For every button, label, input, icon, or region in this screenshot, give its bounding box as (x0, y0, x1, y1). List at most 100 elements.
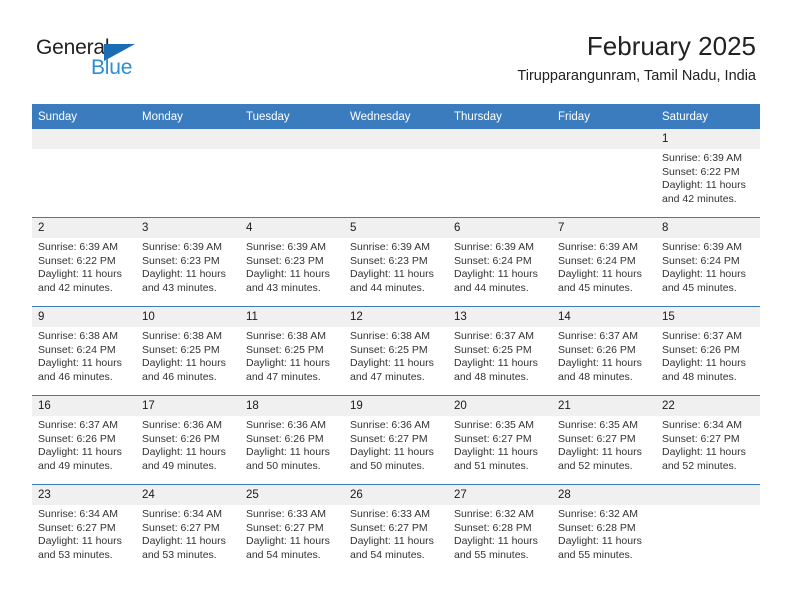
day-details: Sunrise: 6:32 AM Sunset: 6:28 PM Daylight:… (448, 505, 552, 562)
calendar-day-cell[interactable]: 2 Sunrise: 6:39 AM Sunset: 6:22 PM Daylight… (32, 217, 136, 307)
sunset-text: Sunset: 6:24 PM (662, 254, 740, 267)
weekday-header-wednesday: Wednesday (344, 104, 448, 129)
page-header: General Blue February 2025 Tirupparangun… (36, 30, 756, 92)
sunrise-text: Sunrise: 6:38 AM (142, 330, 222, 342)
day-details: Sunrise: 6:38 AM Sunset: 6:25 PM Daylight:… (344, 327, 448, 384)
sunset-text: Sunset: 6:23 PM (350, 254, 428, 267)
sunrise-text: Sunrise: 6:34 AM (662, 419, 742, 431)
calendar-day-cell[interactable]: 17 Sunrise: 6:36 AM Sunset: 6:26 PM Dayligh… (136, 395, 240, 485)
calendar-page: General Blue February 2025 Tirupparangun… (0, 0, 792, 612)
day-number: 2 (32, 218, 136, 238)
calendar-day-cell[interactable]: 25 Sunrise: 6:33 AM Sunset: 6:27 PM Dayligh… (240, 484, 344, 573)
calendar-day-cell[interactable]: 6 Sunrise: 6:39 AM Sunset: 6:24 PM Daylight… (448, 217, 552, 307)
sunrise-text: Sunrise: 6:37 AM (662, 330, 742, 342)
calendar-week-row: 1 Sunrise: 6:39 AM Sunset: 6:22 PM Daylight… (32, 129, 760, 218)
day-details: Sunrise: 6:35 AM Sunset: 6:27 PM Daylight:… (552, 416, 656, 473)
day-details: Sunrise: 6:39 AM Sunset: 6:24 PM Daylight:… (448, 238, 552, 295)
day-number: 4 (240, 218, 344, 238)
calendar-day-cell[interactable]: 26 Sunrise: 6:33 AM Sunset: 6:27 PM Dayligh… (344, 484, 448, 573)
day-details: Sunrise: 6:33 AM Sunset: 6:27 PM Daylight:… (344, 505, 448, 562)
day-number: 28 (552, 485, 656, 505)
calendar-day-cell[interactable]: 27 Sunrise: 6:32 AM Sunset: 6:28 PM Dayligh… (448, 484, 552, 573)
calendar-cell-empty (552, 129, 656, 218)
calendar-day-cell[interactable]: 12 Sunrise: 6:38 AM Sunset: 6:25 PM Dayligh… (344, 306, 448, 396)
calendar-day-cell[interactable]: 11 Sunrise: 6:38 AM Sunset: 6:25 PM Dayligh… (240, 306, 344, 396)
day-details: Sunrise: 6:33 AM Sunset: 6:27 PM Daylight:… (240, 505, 344, 562)
day-details: Sunrise: 6:39 AM Sunset: 6:22 PM Daylight:… (32, 238, 136, 295)
calendar-week-row: 16 Sunrise: 6:37 AM Sunset: 6:26 PM Dayligh… (32, 395, 760, 485)
calendar-day-cell[interactable]: 19 Sunrise: 6:36 AM Sunset: 6:27 PM Dayligh… (344, 395, 448, 485)
calendar-day-cell[interactable]: 18 Sunrise: 6:36 AM Sunset: 6:26 PM Dayligh… (240, 395, 344, 485)
sunrise-text: Sunrise: 6:39 AM (454, 241, 534, 253)
day-number: 17 (136, 396, 240, 416)
sunrise-text: Sunrise: 6:32 AM (454, 508, 534, 520)
calendar-day-cell[interactable]: 20 Sunrise: 6:35 AM Sunset: 6:27 PM Dayligh… (448, 395, 552, 485)
daylight-text: Daylight: 11 hours and 44 minutes. (350, 268, 434, 294)
day-number: 5 (344, 218, 448, 238)
sunset-text: Sunset: 6:27 PM (454, 432, 532, 445)
calendar-day-cell[interactable]: 15 Sunrise: 6:37 AM Sunset: 6:26 PM Dayligh… (656, 306, 760, 396)
day-number: 24 (136, 485, 240, 505)
calendar-day-cell[interactable]: 22 Sunrise: 6:34 AM Sunset: 6:27 PM Dayligh… (656, 395, 760, 485)
calendar-day-cell[interactable]: 24 Sunrise: 6:34 AM Sunset: 6:27 PM Dayligh… (136, 484, 240, 573)
daylight-text: Daylight: 11 hours and 48 minutes. (558, 357, 642, 383)
weekday-header-thursday: Thursday (448, 104, 552, 129)
calendar-cell-empty (344, 129, 448, 218)
day-details: Sunrise: 6:39 AM Sunset: 6:22 PM Daylight:… (656, 149, 760, 206)
daylight-text: Daylight: 11 hours and 47 minutes. (350, 357, 434, 383)
day-number (240, 129, 344, 149)
day-number: 10 (136, 307, 240, 327)
calendar-day-cell[interactable]: 3 Sunrise: 6:39 AM Sunset: 6:23 PM Daylight… (136, 217, 240, 307)
daylight-text: Daylight: 11 hours and 44 minutes. (454, 268, 538, 294)
calendar-day-cell[interactable]: 21 Sunrise: 6:35 AM Sunset: 6:27 PM Dayligh… (552, 395, 656, 485)
calendar-week-row: 2 Sunrise: 6:39 AM Sunset: 6:22 PM Daylight… (32, 217, 760, 307)
calendar-day-cell[interactable]: 4 Sunrise: 6:39 AM Sunset: 6:23 PM Daylight… (240, 217, 344, 307)
day-number: 27 (448, 485, 552, 505)
daylight-text: Daylight: 11 hours and 53 minutes. (38, 535, 122, 561)
sunset-text: Sunset: 6:24 PM (38, 343, 116, 356)
day-number: 18 (240, 396, 344, 416)
sunrise-text: Sunrise: 6:39 AM (662, 241, 742, 253)
sunset-text: Sunset: 6:25 PM (350, 343, 428, 356)
calendar-day-cell[interactable]: 16 Sunrise: 6:37 AM Sunset: 6:26 PM Dayligh… (32, 395, 136, 485)
sunset-text: Sunset: 6:23 PM (246, 254, 324, 267)
sunset-text: Sunset: 6:25 PM (454, 343, 532, 356)
general-blue-logo[interactable]: General Blue (36, 36, 216, 88)
daylight-text: Daylight: 11 hours and 53 minutes. (142, 535, 226, 561)
daylight-text: Daylight: 11 hours and 48 minutes. (454, 357, 538, 383)
day-number: 21 (552, 396, 656, 416)
sunset-text: Sunset: 6:22 PM (38, 254, 116, 267)
calendar-day-cell[interactable]: 10 Sunrise: 6:38 AM Sunset: 6:25 PM Dayligh… (136, 306, 240, 396)
sunrise-text: Sunrise: 6:35 AM (454, 419, 534, 431)
sunrise-text: Sunrise: 6:36 AM (246, 419, 326, 431)
calendar-day-cell[interactable]: 9 Sunrise: 6:38 AM Sunset: 6:24 PM Daylight… (32, 306, 136, 396)
sunrise-text: Sunrise: 6:39 AM (142, 241, 222, 253)
calendar-day-cell[interactable]: 7 Sunrise: 6:39 AM Sunset: 6:24 PM Daylight… (552, 217, 656, 307)
calendar-day-cell[interactable]: 5 Sunrise: 6:39 AM Sunset: 6:23 PM Daylight… (344, 217, 448, 307)
sunrise-text: Sunrise: 6:39 AM (662, 152, 742, 164)
sunrise-text: Sunrise: 6:37 AM (558, 330, 638, 342)
day-number: 25 (240, 485, 344, 505)
calendar-day-cell[interactable]: 8 Sunrise: 6:39 AM Sunset: 6:24 PM Daylight… (656, 217, 760, 307)
calendar-day-cell[interactable]: 23 Sunrise: 6:34 AM Sunset: 6:27 PM Dayligh… (32, 484, 136, 573)
day-details: Sunrise: 6:32 AM Sunset: 6:28 PM Daylight:… (552, 505, 656, 562)
sunset-text: Sunset: 6:26 PM (246, 432, 324, 445)
sunset-text: Sunset: 6:24 PM (558, 254, 636, 267)
sunrise-sunset-calendar: Sunday Monday Tuesday Wednesday Thursday… (32, 104, 760, 573)
daylight-text: Daylight: 11 hours and 55 minutes. (558, 535, 642, 561)
sunrise-text: Sunrise: 6:36 AM (350, 419, 430, 431)
weekday-header-monday: Monday (136, 104, 240, 129)
sunrise-text: Sunrise: 6:39 AM (246, 241, 326, 253)
daylight-text: Daylight: 11 hours and 42 minutes. (662, 179, 746, 205)
sunset-text: Sunset: 6:25 PM (246, 343, 324, 356)
day-number: 22 (656, 396, 760, 416)
sunrise-text: Sunrise: 6:37 AM (38, 419, 118, 431)
calendar-cell-empty (448, 129, 552, 218)
calendar-day-cell[interactable]: 13 Sunrise: 6:37 AM Sunset: 6:25 PM Dayligh… (448, 306, 552, 396)
calendar-day-cell[interactable]: 14 Sunrise: 6:37 AM Sunset: 6:26 PM Dayligh… (552, 306, 656, 396)
calendar-day-cell[interactable]: 1 Sunrise: 6:39 AM Sunset: 6:22 PM Daylight… (656, 129, 760, 218)
calendar-day-cell[interactable]: 28 Sunrise: 6:32 AM Sunset: 6:28 PM Dayligh… (552, 484, 656, 573)
sunrise-text: Sunrise: 6:35 AM (558, 419, 638, 431)
daylight-text: Daylight: 11 hours and 52 minutes. (558, 446, 642, 472)
day-details: Sunrise: 6:39 AM Sunset: 6:24 PM Daylight:… (656, 238, 760, 295)
